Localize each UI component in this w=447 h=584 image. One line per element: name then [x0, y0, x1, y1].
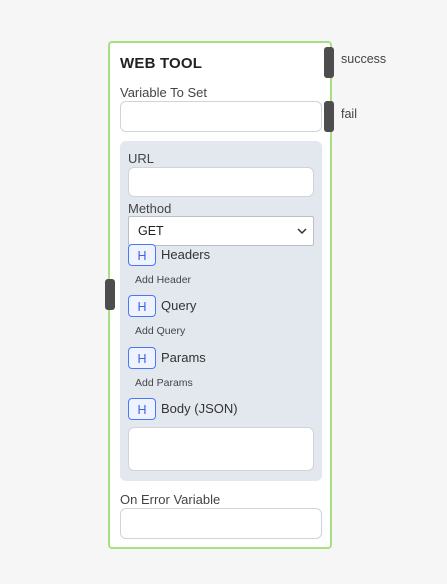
fail-output-handle[interactable]	[324, 101, 334, 132]
params-h-button[interactable]: H	[128, 347, 156, 369]
add-params-link[interactable]: Add Params	[135, 377, 193, 389]
request-config-panel: URL Method GET H Headers Add Header H Qu…	[120, 141, 322, 481]
success-output-label: success	[341, 52, 387, 66]
variable-to-set-input[interactable]	[120, 101, 322, 132]
add-header-link[interactable]: Add Header	[135, 274, 191, 286]
on-error-variable-label: On Error Variable	[120, 492, 221, 507]
method-select-value: GET	[138, 224, 164, 238]
variable-to-set-label: Variable To Set	[120, 85, 207, 100]
query-h-button[interactable]: H	[128, 295, 156, 317]
headers-label: Headers	[161, 247, 211, 262]
headers-h-button[interactable]: H	[128, 244, 156, 266]
url-input[interactable]	[128, 167, 314, 197]
body-label: Body (JSON)	[161, 401, 238, 416]
method-label: Method	[128, 201, 172, 216]
body-json-textarea[interactable]	[128, 427, 314, 471]
method-select[interactable]: GET	[128, 216, 314, 246]
params-label: Params	[161, 350, 206, 365]
chevron-down-icon	[297, 228, 307, 235]
fail-output-label: fail	[341, 107, 357, 121]
query-label: Query	[161, 298, 197, 313]
node-title: WEB TOOL	[120, 55, 203, 72]
web-tool-node[interactable]: WEB TOOL Variable To Set URL Method GET …	[108, 41, 332, 549]
add-query-link[interactable]: Add Query	[135, 325, 185, 337]
input-handle[interactable]	[105, 279, 115, 310]
url-label: URL	[128, 151, 155, 166]
on-error-variable-input[interactable]	[120, 508, 322, 539]
body-h-button[interactable]: H	[128, 398, 156, 420]
success-output-handle[interactable]	[324, 47, 334, 78]
